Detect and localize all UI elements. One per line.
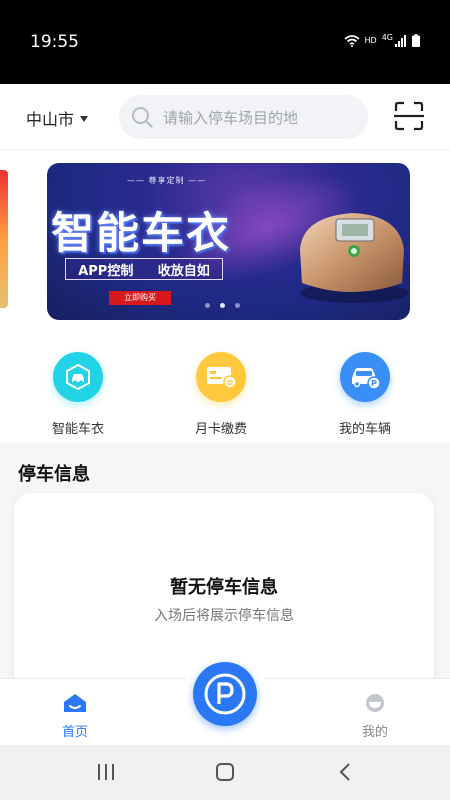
quick-action-label: 月卡缴费 <box>194 422 247 437</box>
top-header: 中山市 请输入停车场目的地 <box>0 84 450 150</box>
quick-action-my-car[interactable]: P 我的车辆 <box>315 352 415 437</box>
banner-dot[interactable] <box>235 303 240 308</box>
banner-buy-button[interactable]: 立即购买 <box>109 291 171 305</box>
signal-type: 4G <box>381 33 393 42</box>
search-placeholder: 请输入停车场目的地 <box>163 108 299 127</box>
parking-info-title: 停车信息 <box>18 464 90 485</box>
quick-action-label: 智能车衣 <box>51 422 104 437</box>
tab-home-label: 首页 <box>61 725 88 740</box>
my-car-icon: P <box>340 352 390 402</box>
profile-icon <box>366 694 384 712</box>
status-bar: 19:55 HD 4G <box>0 0 450 84</box>
empty-state-subtitle: 入场后将展示停车信息 <box>154 608 294 624</box>
previous-banner-peek[interactable] <box>0 170 8 308</box>
banner-subtitle: —— 尊享定制 —— <box>127 176 207 185</box>
recent-apps-icon[interactable] <box>96 763 116 781</box>
parking-p-icon <box>204 673 246 715</box>
banner-feature-right: 收放自如 <box>157 263 210 279</box>
banner-pagination <box>205 303 240 308</box>
city-name: 中山市 <box>26 110 75 129</box>
car-cover-icon <box>53 352 103 402</box>
quick-actions: 智能车衣 月卡缴费 P 我的车辆 <box>0 332 450 442</box>
banner-dot-active[interactable] <box>220 303 225 308</box>
banner-feature-pill: APP控制 收放自如 <box>65 258 223 280</box>
monthly-card-icon <box>196 352 246 402</box>
quick-action-monthly-card[interactable]: 月卡缴费 <box>171 352 271 437</box>
tab-mine[interactable]: 我的 <box>335 693 415 740</box>
battery-icon <box>412 34 420 47</box>
banner-title: 智能车衣 <box>51 209 231 259</box>
promo-banner[interactable]: —— 尊享定制 —— 智能车衣 APP控制 收放自如 立即购买 <box>47 163 410 320</box>
signal-icon <box>395 34 406 47</box>
home-icon <box>64 694 86 712</box>
scan-button[interactable] <box>394 101 424 131</box>
city-selector[interactable]: 中山市 <box>26 106 89 130</box>
empty-state-title: 暂无停车信息 <box>170 577 278 598</box>
status-time: 19:55 <box>30 32 79 52</box>
network-type: HD <box>364 36 377 45</box>
wifi-icon <box>343 34 360 47</box>
tab-home[interactable]: 首页 <box>35 693 115 740</box>
status-icons: HD 4G <box>343 33 420 47</box>
back-icon[interactable] <box>337 763 353 781</box>
svg-text:P: P <box>371 379 377 388</box>
banner-feature-left: APP控制 <box>78 263 134 279</box>
search-icon <box>132 107 153 128</box>
system-navigation-bar <box>0 745 450 800</box>
parking-button[interactable] <box>193 662 257 726</box>
search-input[interactable]: 请输入停车场目的地 <box>119 95 368 139</box>
car-cover-device-image <box>300 213 408 303</box>
home-nav-icon[interactable] <box>215 763 235 781</box>
caret-down-icon <box>80 115 89 122</box>
tab-mine-label: 我的 <box>361 725 388 740</box>
scan-icon <box>394 101 424 131</box>
quick-action-car-cover[interactable]: 智能车衣 <box>28 352 128 437</box>
quick-action-label: 我的车辆 <box>338 422 391 437</box>
banner-dot[interactable] <box>205 303 210 308</box>
